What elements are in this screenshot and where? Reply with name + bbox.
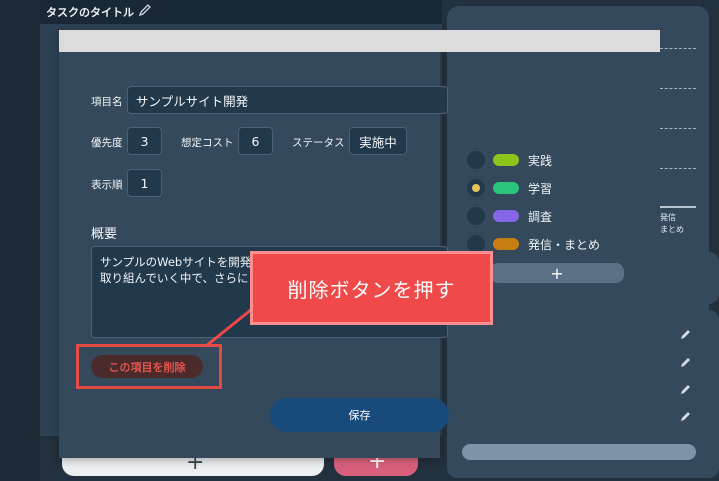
priority-label: 優先度	[91, 137, 123, 149]
delete-highlight-frame	[76, 344, 222, 389]
edit-pencil-icon[interactable]	[680, 328, 692, 340]
edit-pencil-icon[interactable]	[680, 356, 692, 368]
status-option[interactable]: 実践	[467, 150, 627, 170]
side-label: 発信	[660, 213, 676, 222]
status-color-swatch	[493, 210, 519, 222]
status-radio[interactable]	[467, 151, 485, 169]
status-option[interactable]: 学習	[467, 178, 627, 198]
status-color-swatch	[493, 154, 519, 166]
status-option-label: 学習	[528, 182, 553, 196]
edit-pencil-icon[interactable]	[680, 410, 692, 422]
scrollbar[interactable]	[462, 444, 696, 460]
item-name-label: 項目名	[91, 96, 123, 108]
selected-dot-icon	[472, 184, 480, 192]
edit-pencil-icon[interactable]	[680, 383, 692, 395]
status-radio[interactable]	[467, 207, 485, 225]
modal-top-bar	[59, 30, 660, 52]
status-radio[interactable]	[467, 179, 485, 197]
status-color-swatch	[493, 182, 519, 194]
display-order-input[interactable]: 1	[127, 169, 162, 197]
left-strip	[0, 0, 40, 481]
edit-title-pencil-icon[interactable]	[138, 3, 152, 17]
divider	[660, 168, 696, 169]
status-select[interactable]: 実施中	[349, 127, 407, 155]
status-option[interactable]: 調査	[467, 206, 627, 226]
instruction-callout: 削除ボタンを押す	[250, 251, 493, 325]
save-button[interactable]: 保存	[270, 398, 449, 432]
status-color-swatch	[493, 238, 519, 250]
add-status-button[interactable]: +	[490, 263, 624, 283]
item-name-input[interactable]: サンプルサイト開発	[127, 86, 448, 114]
overview-heading: 概要	[91, 227, 118, 242]
divider	[660, 206, 696, 208]
display-order-label: 表示順	[91, 179, 123, 191]
side-label: まとめ	[660, 225, 684, 234]
status-label: ステータス	[292, 137, 345, 149]
status-option-label: 実践	[528, 154, 553, 168]
estimated-cost-label: 想定コスト	[181, 137, 234, 149]
divider	[660, 88, 696, 89]
divider	[660, 48, 696, 49]
estimated-cost-input[interactable]: 6	[238, 127, 273, 155]
priority-input[interactable]: 3	[127, 127, 162, 155]
task-title: タスクのタイトル	[46, 6, 134, 19]
task-header: タスクのタイトル	[40, 0, 442, 24]
status-option-label: 発信・まとめ	[528, 238, 601, 252]
divider	[660, 128, 696, 129]
status-option-label: 調査	[528, 210, 553, 224]
